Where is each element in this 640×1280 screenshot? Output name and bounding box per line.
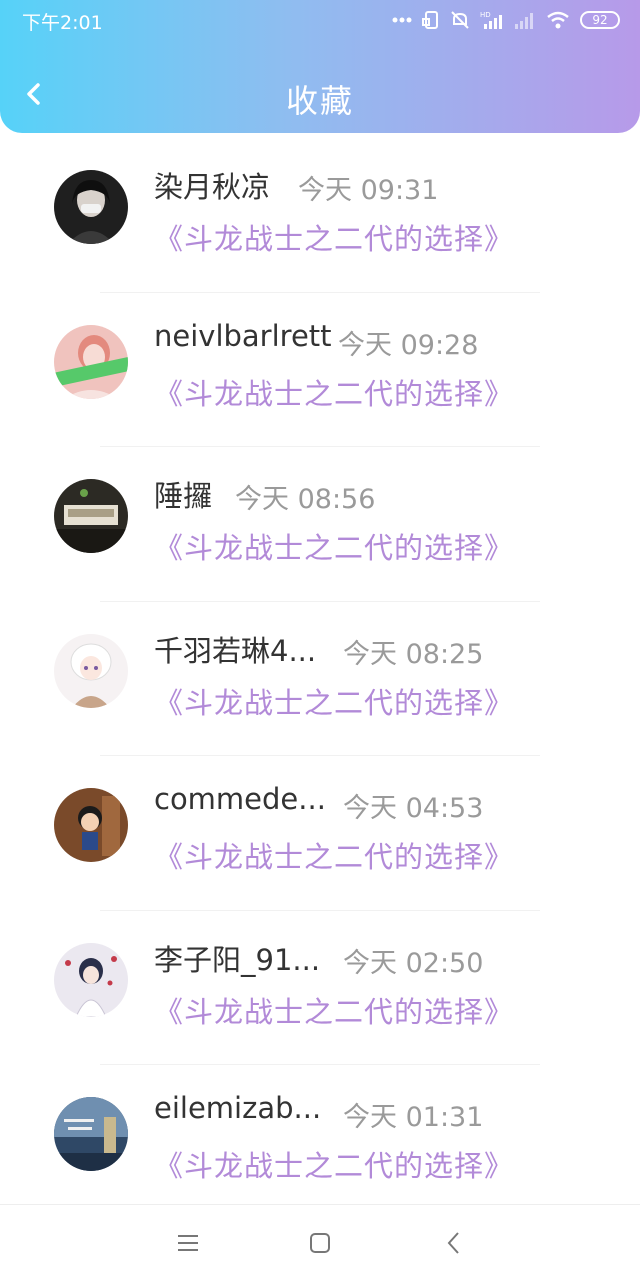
battery-icon: 92 [580, 11, 620, 29]
favorite-time: 今天 09:28 [338, 329, 479, 361]
favorite-time: 今天 04:53 [343, 793, 484, 824]
avatar [54, 170, 128, 244]
favorite-time: 今天 01:31 [343, 1102, 484, 1133]
avatar [54, 479, 128, 553]
user-name: commede... [154, 782, 326, 816]
divider [100, 909, 540, 911]
app-header: 下午2:01 HD 92 收藏 [0, 0, 640, 133]
user-name: 染月秋凉 [154, 170, 271, 204]
divider [100, 446, 540, 447]
system-nav-bar [0, 1204, 640, 1280]
favorite-time: 今天 02:50 [343, 947, 484, 979]
list-item[interactable]: 陲攞 今天 08:56 《斗龙战士之二代的选择》 [0, 455, 640, 610]
status-icons: HD 92 [392, 8, 620, 32]
wifi-icon [547, 11, 569, 29]
user-name: 千羽若琳4... [154, 633, 317, 668]
back-chevron-icon [447, 1232, 459, 1254]
menu-icon [178, 1235, 198, 1251]
avatar [54, 1097, 128, 1171]
divider [100, 291, 540, 293]
user-name: eilemizab... [154, 1091, 322, 1125]
story-title[interactable]: 《斗龙战士之二代的选择》 [154, 371, 514, 413]
story-title[interactable]: 《斗龙战士之二代的选择》 [154, 1143, 514, 1185]
nav-bar: 收藏 [0, 60, 640, 132]
home-square-icon [310, 1233, 330, 1253]
page-title: 收藏 [285, 82, 354, 120]
menu-button[interactable] [174, 1229, 202, 1257]
story-title[interactable]: 《斗龙战士之二代的选择》 [154, 680, 514, 722]
favorite-time: 今天 09:31 [298, 175, 439, 206]
avatar [54, 324, 128, 399]
user-name: 李子阳_91... [154, 942, 321, 977]
divider [100, 755, 540, 756]
user-name: 陲攞 [154, 479, 213, 513]
divider [100, 600, 540, 602]
more-dots-icon [392, 17, 412, 23]
list-item[interactable]: neivlbarlrett 今天 09:28 《斗龙战士之二代的选择》 [0, 301, 640, 456]
avatar [54, 788, 128, 862]
favorite-time: 今天 08:56 [235, 484, 376, 515]
list-item[interactable]: 染月秋凉 今天 09:31 《斗龙战士之二代的选择》 [0, 146, 640, 301]
list-item[interactable]: 李子阳_91... 今天 02:50 《斗龙战士之二代的选择》 [0, 919, 640, 1074]
rotate-icon [422, 11, 438, 29]
list-item[interactable]: commede... 今天 04:53 《斗龙战士之二代的选择》 [0, 764, 640, 919]
system-back-button[interactable] [440, 1229, 468, 1257]
list-item[interactable]: 千羽若琳4... 今天 08:25 《斗龙战士之二代的选择》 [0, 610, 640, 765]
story-title[interactable]: 《斗龙战士之二代的选择》 [154, 834, 514, 876]
user-name: neivlbarlrett [154, 318, 332, 353]
status-bar: 下午2:01 HD 92 [0, 0, 640, 40]
hd-signal-icon: HD [480, 11, 502, 29]
story-title[interactable]: 《斗龙战士之二代的选择》 [154, 989, 514, 1031]
story-title[interactable]: 《斗龙战士之二代的选择》 [154, 525, 514, 567]
svg-text:HD: HD [480, 11, 491, 19]
signal-icon [515, 13, 533, 29]
mute-icon [451, 11, 469, 29]
avatar [54, 942, 128, 1017]
divider [100, 1064, 540, 1065]
favorite-time: 今天 08:25 [343, 638, 484, 670]
favorites-list: 染月秋凉 今天 09:31 《斗龙战士之二代的选择》 neivlbarlrett… [0, 146, 640, 1228]
story-title[interactable]: 《斗龙战士之二代的选择》 [154, 216, 514, 258]
status-time: 下午2:01 [22, 12, 103, 34]
avatar [54, 633, 128, 708]
home-button[interactable] [306, 1229, 334, 1257]
